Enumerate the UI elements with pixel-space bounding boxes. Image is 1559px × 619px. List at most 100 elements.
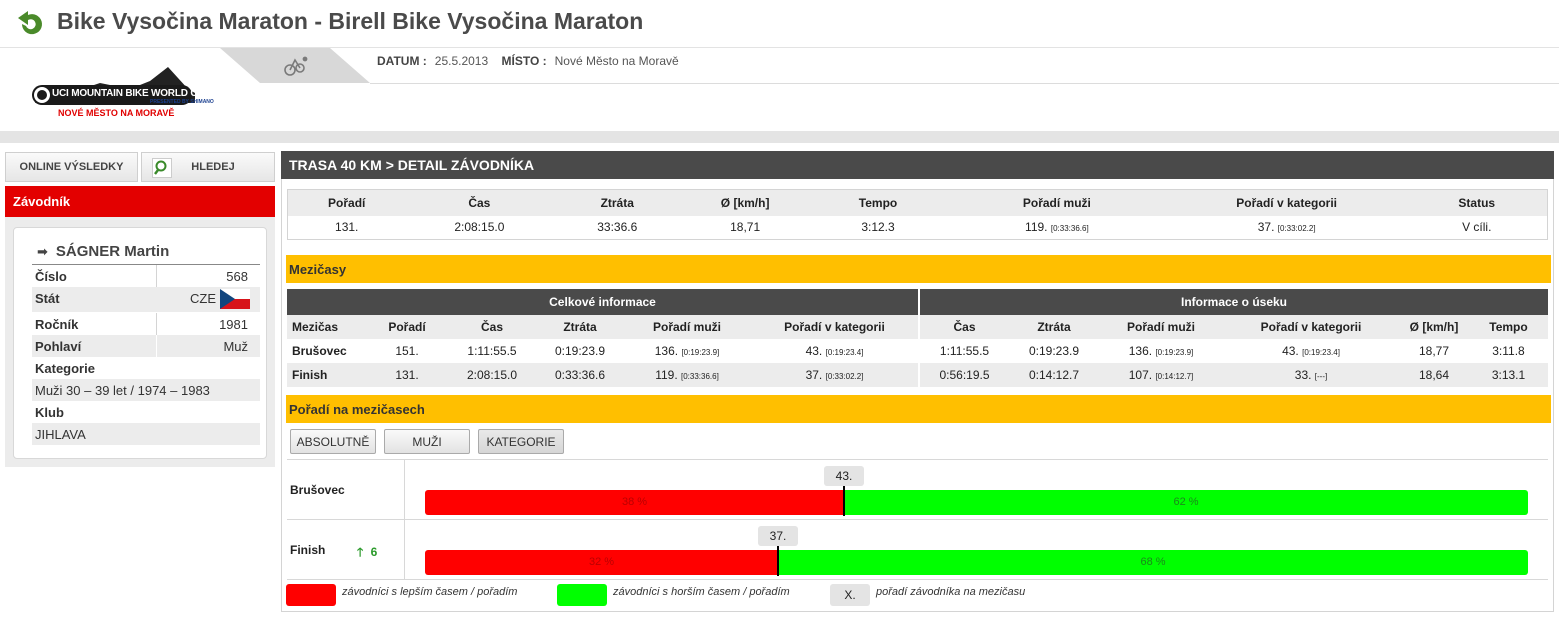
col-header: Pořadí v kategorii [1166, 189, 1407, 216]
cell: V cíli. [1462, 220, 1492, 235]
search-icon [152, 158, 172, 178]
online-results-label: ONLINE VÝSLEDKY [19, 161, 124, 173]
arrow-up-icon: 🡑 [357, 545, 364, 559]
search-button[interactable]: HLEDEJ [141, 152, 275, 182]
event-info: DATUM : 25.5.2013 MÍSTO : Nové Město na Mo… [377, 54, 689, 68]
page-title: Bike Vysočina Maraton - Birell Bike Vyso… [57, 8, 644, 34]
country-value: CZE [190, 291, 216, 306]
event-logo: UCI MOUNTAIN BIKE WORLD CUP PRESENTED BY… [30, 63, 214, 121]
club-value: JIHLAVA [35, 427, 86, 442]
divider-band [0, 131, 1559, 143]
legend-worse-label: závodníci s horším časem / pořadím [613, 586, 790, 598]
col-header: Tempo [809, 189, 947, 216]
page-header: Bike Vysočina Maraton - Birell Bike Vyso… [0, 0, 1559, 48]
divider [287, 579, 1548, 580]
number-value: 568 [226, 269, 248, 284]
summary-header-row: Pořadí Čas Ztráta Ø [km/h] Tempo Pořadí … [287, 189, 1548, 216]
col-header: Pořadí muži [1099, 315, 1223, 339]
rider-year-row: Ročník 1981 [32, 313, 260, 335]
col-header: Čas [447, 315, 537, 339]
rider-name-row: ➡ SÁGNER Martin [37, 243, 169, 260]
category-ranking-button[interactable]: KATEGORIE [478, 429, 564, 454]
rider-club-value-row: JIHLAVA [32, 423, 260, 445]
men-ranking-button[interactable]: MUŽI [384, 429, 470, 454]
logo-title: UCI MOUNTAIN BIKE WORLD CUP [52, 88, 211, 99]
col-header: Ztráta [537, 315, 623, 339]
divider [287, 459, 1548, 460]
group-overall: Celkové informace [287, 289, 919, 315]
breadcrumb: TRASA 40 KM > DETAIL ZÁVODNÍKA [281, 151, 1554, 179]
year-label: Ročník [35, 317, 79, 332]
col-header: Pořadí [367, 315, 447, 339]
club-label: Klub [35, 405, 64, 420]
worse-bar: 68 % [778, 550, 1528, 575]
splits-table: Celkové informace Informace o úseku Mezi… [287, 289, 1548, 387]
col-header: Pořadí v kategorii [1223, 315, 1399, 339]
event-header: UCI MOUNTAIN BIKE WORLD CUP PRESENTED BY… [0, 48, 1559, 130]
summary-row: 131. 2:08:15.0 33:36.6 18,71 3:12.3 119.… [288, 216, 1548, 240]
col-header: Ztráta [1009, 315, 1099, 339]
search-label: HLEDEJ [191, 161, 235, 173]
divider [287, 519, 1548, 520]
discipline-tab[interactable] [220, 48, 370, 83]
better-bar: 32 % [425, 550, 778, 575]
rider-category-label-row: Kategorie [32, 357, 260, 379]
segment-label: Finish [290, 543, 326, 557]
table-row: Finish 131. 2:08:15.0 0:33:36.6 119. [0:… [287, 363, 1548, 387]
number-label: Číslo [35, 269, 67, 284]
rider-country-row: Stát CZE [32, 287, 260, 312]
col-header: Ø [km/h] [681, 189, 810, 216]
year-value: 1981 [219, 317, 248, 332]
legend-marker-label: pořadí závodníka na mezičasu [876, 586, 1026, 598]
col-header: Ø [km/h] [1399, 315, 1469, 339]
better-bar: 38 % [425, 490, 844, 515]
group-section: Informace o úseku [918, 289, 1548, 315]
category-value: Muži 30 – 39 let / 1974 – 1983 [35, 383, 210, 398]
col-header: Pořadí muži [623, 315, 751, 339]
col-header: Pořadí v kategorii [751, 315, 919, 339]
col-header: Čas [405, 189, 554, 216]
col-header: Pořadí muži [946, 189, 1167, 216]
col-header: Pořadí [287, 189, 406, 216]
table-row: Brušovec 151. 1:11:55.5 0:19:23.9 136. [… [287, 339, 1548, 363]
category-label: Kategorie [35, 361, 95, 376]
country-label: Stát [35, 291, 60, 306]
rider-name: SÁGNER Martin [55, 243, 170, 260]
cell: 119. [0:33:36.6] [1025, 220, 1089, 235]
rider-heading: Závodník [5, 186, 275, 217]
gender-label: Pohlaví [35, 339, 82, 354]
czech-flag-icon [220, 289, 250, 309]
col-header: Čas [918, 315, 1009, 339]
rider-club-label-row: Klub [32, 401, 260, 423]
position-marker [843, 486, 845, 516]
ranking-heading: Pořadí na mezičasech [286, 395, 1551, 423]
logo-subtitle: NOVÉ MĚSTO NA MORAVĚ [58, 108, 175, 118]
rank-change: 🡑 6 [357, 545, 378, 559]
position-marker [777, 546, 779, 576]
divider [370, 83, 1559, 84]
col-header: Ztráta [553, 189, 682, 216]
cell: 3:12.3 [861, 220, 895, 235]
col-header: Tempo [1469, 315, 1548, 339]
cell: 37. [0:33:02.2] [1257, 220, 1316, 235]
splits-header-row: Mezičas Pořadí Čas Ztráta Pořadí muži Po… [287, 315, 1548, 339]
worse-bar: 62 % [844, 490, 1528, 515]
position-badge: 43. [824, 466, 864, 486]
col-header: Status [1406, 189, 1548, 216]
rider-gender-row: Pohlaví Muž [32, 335, 260, 357]
gender-value: Muž [223, 339, 248, 354]
back-arrow-icon[interactable] [16, 10, 48, 38]
cell: 131. [335, 220, 359, 235]
rider-number-row: Číslo 568 [32, 265, 260, 287]
absolute-ranking-button[interactable]: ABSOLUTNĚ [290, 429, 376, 454]
date-label: DATUM : [377, 54, 427, 68]
rider-category-value-row: Muži 30 – 39 let / 1974 – 1983 [32, 379, 260, 401]
rider-panel: ➡ SÁGNER Martin Číslo 568 Stát CZE Ročník… [5, 217, 275, 467]
legend-worse-swatch [557, 584, 607, 606]
divider [404, 460, 405, 580]
logo-presented: PRESENTED BY SHIMANO [150, 99, 214, 105]
date-value: 25.5.2013 [434, 54, 489, 68]
rider-card: ➡ SÁGNER Martin Číslo 568 Stát CZE Ročník… [13, 227, 267, 459]
place-value: Nové Město na Moravě [554, 54, 679, 68]
online-results-button[interactable]: ONLINE VÝSLEDKY [5, 152, 138, 182]
